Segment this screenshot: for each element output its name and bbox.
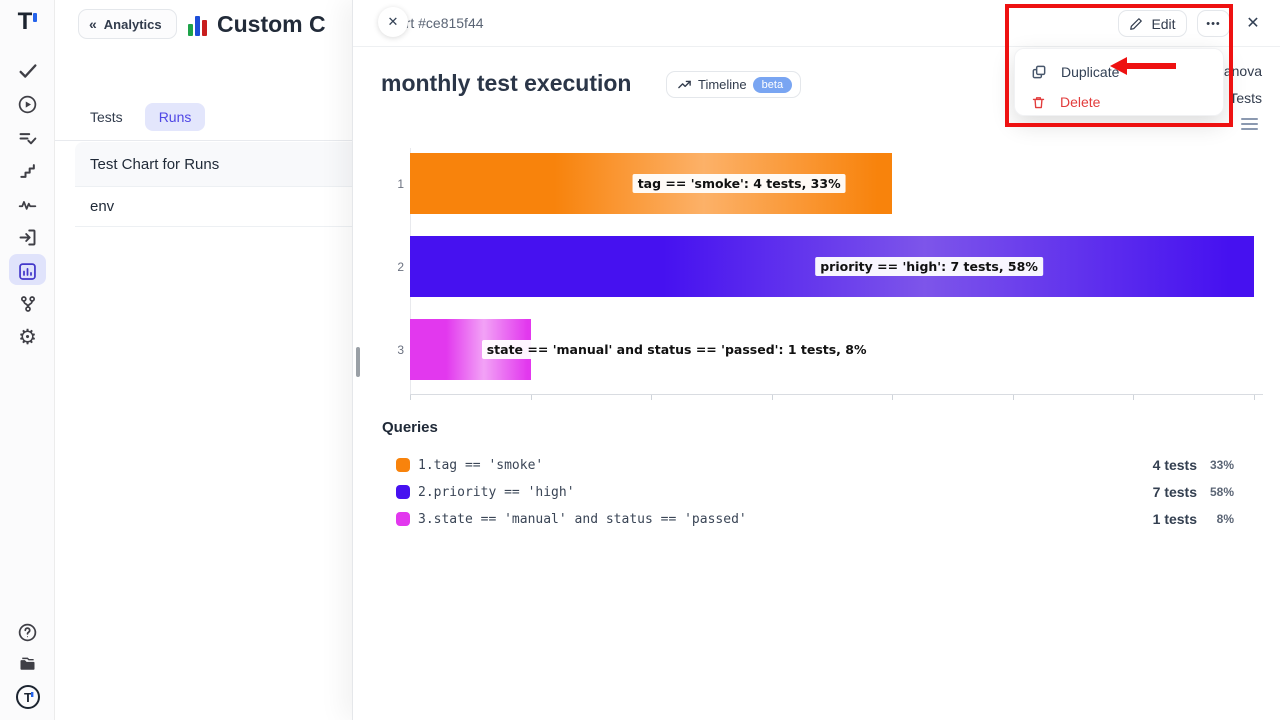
chart-list: Test Chart for Runs env bbox=[75, 142, 352, 227]
docs-icon[interactable] bbox=[0, 650, 55, 678]
trending-up-icon bbox=[677, 77, 692, 92]
help-icon[interactable] bbox=[0, 618, 55, 646]
bar-data-label: state == 'manual' and status == 'passed'… bbox=[482, 340, 872, 359]
query-percent: 8% bbox=[1197, 512, 1234, 526]
bar-plot: 1 tag == 'smoke': 4 tests, 33% 2 priorit… bbox=[410, 148, 1254, 394]
app-logo[interactable]: T bbox=[0, 8, 55, 36]
query-text: priority == 'high' bbox=[434, 485, 575, 500]
menu-item-duplicate[interactable]: Duplicate bbox=[1015, 57, 1225, 87]
bar-row: 2 priority == 'high': 7 tests, 58% bbox=[410, 236, 1254, 297]
query-color-swatch bbox=[396, 458, 410, 472]
list-item-env[interactable]: env bbox=[75, 187, 352, 227]
timeline-label: Timeline bbox=[698, 77, 747, 92]
branch-icon[interactable] bbox=[0, 290, 55, 318]
beta-badge: beta bbox=[753, 77, 792, 93]
query-color-swatch bbox=[396, 485, 410, 499]
query-text: tag == 'smoke' bbox=[434, 458, 544, 473]
bar-row: 1 tag == 'smoke': 4 tests, 33% bbox=[410, 153, 1254, 214]
clipped-select-tests: Tests bbox=[1229, 90, 1262, 106]
query-color-swatch bbox=[396, 512, 410, 526]
plans-list-check-icon[interactable] bbox=[0, 124, 55, 152]
x-axis-ticks bbox=[410, 395, 1254, 400]
import-icon[interactable] bbox=[0, 223, 55, 251]
vertical-scrollbar-thumb[interactable] bbox=[356, 347, 360, 377]
analytics-bar-chart-icon[interactable] bbox=[0, 257, 55, 285]
divider bbox=[55, 140, 352, 141]
timeline-toggle-button[interactable]: Timeline beta bbox=[666, 71, 801, 98]
query-row: 2. priority == 'high' 7 tests 58% bbox=[396, 482, 1234, 502]
chart-title: monthly test execution bbox=[381, 70, 631, 97]
tests-check-icon[interactable] bbox=[0, 57, 55, 85]
panel-close-icon[interactable]: ✕ bbox=[378, 7, 408, 37]
duplicate-icon bbox=[1031, 64, 1047, 80]
chevrons-left-icon: « bbox=[89, 16, 97, 32]
query-row: 3. state == 'manual' and status == 'pass… bbox=[396, 509, 1234, 529]
tab-tests[interactable]: Tests bbox=[90, 103, 123, 131]
custom-chart-logo-icon bbox=[188, 12, 212, 36]
query-index: 1. bbox=[418, 458, 434, 473]
context-menu: Duplicate Delete bbox=[1014, 48, 1224, 116]
category-label: 1 bbox=[386, 177, 404, 191]
steps-icon[interactable] bbox=[0, 157, 55, 185]
back-button-label: Analytics bbox=[104, 17, 162, 32]
query-tests-count: 7 tests bbox=[1153, 484, 1197, 500]
query-percent: 33% bbox=[1197, 458, 1234, 472]
bar-data-label: priority == 'high': 7 tests, 58% bbox=[815, 257, 1043, 276]
query-index: 3. bbox=[418, 512, 434, 527]
query-row: 1. tag == 'smoke' 4 tests 33% bbox=[396, 455, 1234, 475]
more-options-button[interactable]: ••• bbox=[1197, 10, 1230, 37]
back-to-analytics-button[interactable]: « Analytics bbox=[78, 9, 177, 39]
clipped-select-text: anova bbox=[1224, 63, 1262, 79]
query-index: 2. bbox=[418, 485, 434, 500]
query-tests-count: 1 tests bbox=[1153, 511, 1197, 527]
edit-button-label: Edit bbox=[1151, 16, 1175, 32]
edit-button[interactable]: Edit bbox=[1118, 10, 1187, 37]
settings-gear-icon[interactable]: ⚙ bbox=[0, 323, 55, 351]
menu-item-label: Delete bbox=[1060, 94, 1100, 110]
tab-runs[interactable]: Runs bbox=[145, 103, 206, 131]
pulse-icon[interactable] bbox=[0, 190, 55, 218]
chart-menu-icon[interactable] bbox=[1241, 118, 1258, 130]
menu-item-label: Duplicate bbox=[1061, 64, 1119, 80]
list-item-test-chart-for-runs[interactable]: Test Chart for Runs bbox=[75, 142, 352, 187]
menu-item-delete[interactable]: Delete bbox=[1015, 87, 1225, 117]
category-label: 3 bbox=[386, 343, 404, 357]
account-icon[interactable]: T bbox=[0, 683, 55, 711]
pencil-icon bbox=[1129, 17, 1143, 31]
queries-heading: Queries bbox=[382, 419, 438, 436]
query-tests-count: 4 tests bbox=[1153, 457, 1197, 473]
category-label: 2 bbox=[386, 260, 404, 274]
trash-icon bbox=[1031, 95, 1046, 110]
tabs: Tests Runs bbox=[90, 103, 205, 131]
app-window: T ⚙ bbox=[0, 0, 1280, 720]
icon-rail: T ⚙ bbox=[0, 0, 55, 720]
analytics-panel: « Analytics Custom C ✕ Tests Runs Test C… bbox=[55, 0, 352, 720]
query-percent: 58% bbox=[1197, 485, 1234, 499]
close-panel-icon[interactable]: ✕ bbox=[1243, 12, 1263, 32]
runs-play-icon[interactable] bbox=[0, 90, 55, 118]
bar-data-label: tag == 'smoke': 4 tests, 33% bbox=[633, 174, 846, 193]
bar-row: 3 state == 'manual' and status == 'passe… bbox=[410, 319, 1254, 380]
svg-text:T: T bbox=[24, 690, 32, 705]
page-title: Custom C bbox=[217, 8, 352, 40]
query-text: state == 'manual' and status == 'passed' bbox=[434, 512, 747, 527]
